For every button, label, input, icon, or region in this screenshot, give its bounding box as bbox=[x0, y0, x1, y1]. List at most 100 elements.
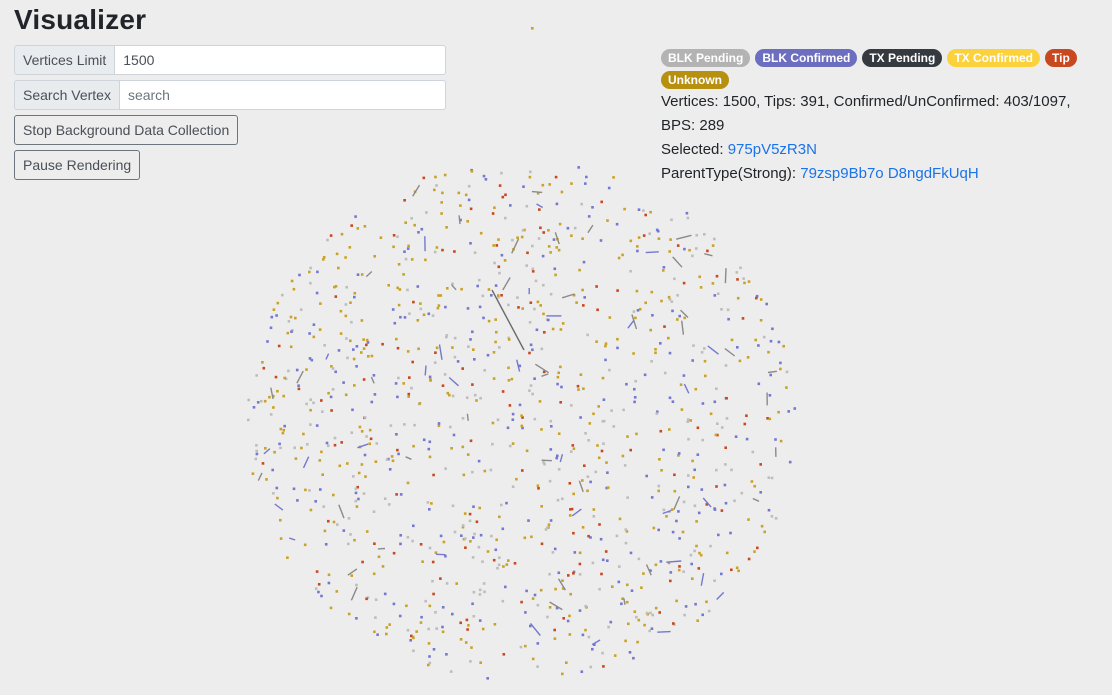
graph-vertex bbox=[443, 373, 447, 376]
graph-vertex bbox=[323, 529, 327, 533]
graph-vertex bbox=[591, 647, 594, 651]
graph-vertex bbox=[461, 367, 464, 370]
graph-vertex bbox=[511, 418, 515, 421]
graph-vertex bbox=[435, 627, 438, 630]
graph-vertex bbox=[320, 594, 323, 598]
graph-vertex bbox=[357, 497, 360, 501]
graph-vertex bbox=[595, 340, 598, 343]
graph-vertex bbox=[342, 381, 345, 384]
parent-vertex-link[interactable]: 79zsp9Bb7o bbox=[800, 165, 883, 182]
graph-vertex bbox=[489, 468, 493, 472]
graph-vertex bbox=[508, 444, 512, 448]
graph-vertex bbox=[609, 620, 613, 624]
graph-edge bbox=[541, 373, 549, 377]
graph-edge bbox=[502, 277, 511, 291]
graph-vertex bbox=[667, 295, 671, 299]
graph-vertex bbox=[495, 538, 498, 542]
graph-vertex bbox=[472, 348, 475, 351]
graph-vertex bbox=[602, 665, 605, 668]
graph-vertex bbox=[339, 332, 343, 335]
graph-vertex bbox=[586, 489, 589, 493]
graph-vertex bbox=[765, 302, 768, 306]
graph-vertex bbox=[698, 275, 701, 279]
graph-vertex bbox=[498, 346, 501, 349]
graph-vertex bbox=[606, 219, 609, 222]
graph-vertex bbox=[531, 348, 534, 352]
graph-vertex bbox=[361, 560, 364, 564]
graph-vertex bbox=[437, 304, 441, 307]
graph-vertex bbox=[320, 399, 323, 402]
graph-vertex bbox=[494, 340, 497, 344]
graph-vertex bbox=[482, 316, 485, 320]
graph-vertex bbox=[402, 382, 405, 385]
graph-vertex bbox=[385, 626, 389, 629]
graph-vertex bbox=[742, 277, 745, 280]
graph-vertex bbox=[652, 526, 656, 530]
pause-rendering-button[interactable]: Pause Rendering bbox=[14, 150, 141, 180]
graph-vertex bbox=[779, 439, 783, 443]
graph-vertex bbox=[667, 336, 670, 340]
graph-edge bbox=[536, 203, 544, 209]
graph-vertex bbox=[774, 517, 778, 520]
graph-vertex bbox=[634, 379, 637, 383]
graph-vertex bbox=[531, 392, 534, 396]
visualizer-page: Visualizer Vertices Limit Search Vertex … bbox=[0, 0, 1112, 695]
graph-vertex bbox=[668, 250, 671, 253]
graph-vertex bbox=[526, 251, 529, 255]
graph-vertex bbox=[355, 505, 359, 508]
graph-vertex bbox=[607, 186, 611, 190]
graph-vertex bbox=[265, 478, 268, 481]
graph-vertex bbox=[360, 273, 364, 276]
graph-vertex bbox=[337, 349, 341, 352]
graph-vertex bbox=[455, 582, 458, 585]
graph-edge bbox=[676, 234, 692, 240]
graph-vertex bbox=[432, 592, 435, 596]
graph-vertex bbox=[559, 328, 563, 331]
parent-vertex-link[interactable]: D8ngdFkUqH bbox=[888, 165, 979, 182]
graph-vertex bbox=[687, 474, 690, 477]
graph-vertex bbox=[501, 527, 505, 531]
graph-vertex bbox=[582, 387, 585, 390]
graph-vertex bbox=[410, 386, 413, 390]
graph-vertex bbox=[314, 587, 318, 590]
graph-vertex bbox=[318, 328, 322, 331]
graph-vertex bbox=[555, 456, 558, 460]
graph-vertex bbox=[725, 417, 729, 420]
graph-vertex bbox=[498, 184, 502, 187]
graph-vertex bbox=[539, 588, 543, 592]
graph-vertex bbox=[583, 296, 586, 299]
graph-vertex bbox=[281, 431, 285, 435]
graph-vertex bbox=[568, 633, 572, 636]
graph-vertex bbox=[767, 476, 771, 479]
graph-vertex bbox=[683, 247, 686, 251]
graph-vertex bbox=[392, 245, 395, 249]
graph-vertex bbox=[300, 446, 303, 450]
graph-vertex bbox=[309, 408, 312, 412]
graph-vertex bbox=[627, 622, 630, 626]
graph-vertex bbox=[613, 654, 617, 657]
graph-vertex bbox=[426, 501, 430, 504]
graph-vertex bbox=[494, 284, 498, 287]
graph-vertex bbox=[785, 386, 788, 389]
graph-vertex bbox=[537, 487, 540, 490]
graph-vertex bbox=[569, 592, 572, 596]
graph-vertex bbox=[441, 606, 445, 609]
stop-data-collection-button[interactable]: Stop Background Data Collection bbox=[14, 115, 239, 145]
graph-vertex bbox=[596, 308, 599, 312]
graph-vertex bbox=[673, 277, 676, 281]
vertices-limit-input[interactable] bbox=[114, 45, 446, 75]
graph-vertex bbox=[479, 661, 482, 664]
graph-vertex bbox=[451, 394, 455, 398]
graph-vertex bbox=[446, 287, 449, 290]
graph-vertex bbox=[397, 303, 401, 307]
search-vertex-input[interactable] bbox=[118, 80, 446, 110]
graph-vertex bbox=[725, 397, 728, 400]
graph-vertex bbox=[658, 611, 661, 614]
graph-vertex bbox=[533, 377, 536, 380]
graph-vertex bbox=[724, 463, 727, 466]
selected-vertex-link[interactable]: 975pV5zR3N bbox=[728, 141, 817, 158]
page-title: Visualizer bbox=[14, 4, 147, 35]
graph-vertex bbox=[657, 528, 660, 532]
graph-vertex bbox=[600, 200, 603, 204]
graph-vertex bbox=[572, 492, 575, 496]
